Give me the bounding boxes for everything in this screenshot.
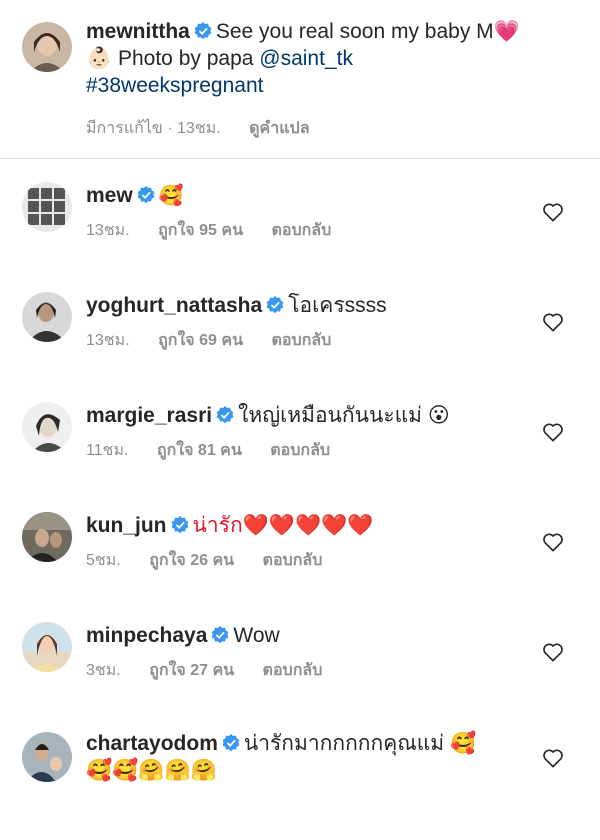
likes-count[interactable]: ถูกใจ 69 คน — [158, 332, 243, 349]
comment-line: chartayodom น่ารักมากกกกกคุณแม่ 🥰 🥰🥰🤗🤗🤗 — [86, 730, 476, 784]
comment-text: Wow — [233, 624, 280, 647]
comment-username[interactable]: chartayodom — [86, 732, 218, 755]
verified-badge-icon — [194, 22, 212, 40]
post-caption: mewnittha See you real soon my baby M💗 👶🏻… — [0, 0, 600, 158]
comment-line: yoghurt_nattasha โอเครssss — [86, 292, 387, 319]
heart-outline-icon[interactable] — [542, 312, 564, 332]
comment-line: mew 🥰 — [86, 182, 184, 210]
comment-line: margie_rasri ใหญ่เหมือนกันนะแม่ 😮 — [86, 402, 450, 429]
reply-button[interactable]: ตอบกลับ — [270, 442, 330, 459]
verified-badge-icon — [211, 626, 229, 644]
comment-item: yoghurt_nattasha โอเครssss 13ชม. ถูกใจ 69… — [0, 292, 600, 402]
comment-meta: 13ชม. ถูกใจ 69 คน ตอบกลับ — [86, 328, 331, 353]
verified-badge-icon — [266, 296, 284, 314]
heart-outline-icon[interactable] — [542, 532, 564, 552]
comment-item: kun_jun น่ารัก❤️❤️❤️❤️❤️ 5ชม. ถูกใจ 26 คน… — [0, 512, 600, 622]
meta-dot: · — [167, 120, 173, 137]
heart-outline-icon[interactable] — [542, 642, 564, 662]
comment-text-line2: 🥰🥰🤗🤗🤗 — [86, 759, 217, 782]
likes-count[interactable]: ถูกใจ 95 คน — [158, 222, 243, 239]
comment-item: margie_rasri ใหญ่เหมือนกันนะแม่ 😮 11ชม. ถ… — [0, 402, 600, 512]
comment-username[interactable]: yoghurt_nattasha — [86, 294, 262, 317]
reply-button[interactable]: ตอบกลับ — [271, 222, 331, 239]
translate-button[interactable]: ดูคำแปล — [249, 120, 309, 137]
comment-meta: 11ชม. ถูกใจ 81 คน ตอบกลับ — [86, 438, 330, 463]
heart-outline-icon[interactable] — [542, 422, 564, 442]
avatar[interactable] — [22, 292, 72, 342]
avatar[interactable] — [22, 732, 72, 782]
comment-meta: 5ชม. ถูกใจ 26 คน ตอบกลับ — [86, 548, 322, 573]
comment-text: 🥰 — [158, 185, 184, 207]
reply-button[interactable]: ตอบกลับ — [263, 662, 323, 679]
hashtag-link[interactable]: #38weekspregnant — [86, 74, 263, 97]
comment-username[interactable]: kun_jun — [86, 514, 167, 537]
comment-username[interactable]: mew — [86, 184, 133, 207]
avatar-mewnittha[interactable] — [22, 22, 72, 72]
comment-username[interactable]: minpechaya — [86, 624, 207, 647]
mention-link[interactable]: @saint_tk — [259, 47, 353, 70]
comment-username[interactable]: margie_rasri — [86, 404, 212, 427]
caption-username[interactable]: mewnittha — [86, 20, 190, 43]
comment-time: 13ชม. — [86, 332, 130, 349]
comment-time: 3ชม. — [86, 662, 121, 679]
reply-button[interactable]: ตอบกลับ — [263, 552, 323, 569]
verified-badge-icon — [137, 186, 155, 204]
heart-outline-icon[interactable] — [542, 748, 564, 768]
comment-item: mew 🥰 13ชม. ถูกใจ 95 คน ตอบกลับ — [0, 182, 600, 292]
caption-line1: See you real soon my baby M💗 — [215, 20, 520, 43]
comment-meta: 3ชม. ถูกใจ 27 คน ตอบกลับ — [86, 658, 322, 683]
comment-meta: 13ชม. ถูกใจ 95 คน ตอบกลับ — [86, 218, 331, 243]
comment-line: kun_jun น่ารัก❤️❤️❤️❤️❤️ — [86, 512, 373, 539]
verified-badge-icon — [222, 734, 240, 752]
likes-count[interactable]: ถูกใจ 26 คน — [149, 552, 234, 569]
comment-time: 5ชม. — [86, 552, 121, 569]
verified-badge-icon — [171, 516, 189, 534]
caption-text: mewnittha See you real soon my baby M💗 👶🏻… — [86, 18, 576, 99]
avatar[interactable] — [22, 402, 72, 452]
comment-time: 11ชม. — [86, 442, 129, 459]
comment-item: chartayodom น่ารักมากกกกกคุณแม่ 🥰 🥰🥰🤗🤗🤗 — [0, 730, 600, 840]
verified-badge-icon — [216, 406, 234, 424]
avatar[interactable] — [22, 622, 72, 672]
heart-outline-icon[interactable] — [542, 202, 564, 222]
reply-button[interactable]: ตอบกลับ — [271, 332, 331, 349]
caption-meta: มีการแก้ไข · 13ชม. ดูคำแปล — [86, 116, 310, 141]
comment-text: น่ารัก❤️❤️❤️❤️❤️ — [192, 514, 374, 537]
edited-label: มีการแก้ไข — [86, 120, 163, 137]
avatar[interactable] — [22, 512, 72, 562]
caption-line2: 👶🏻 Photo by papa — [86, 47, 260, 70]
comment-time: 13ชม. — [86, 222, 130, 239]
comment-line: minpechaya Wow — [86, 622, 280, 649]
likes-count[interactable]: ถูกใจ 27 คน — [149, 662, 234, 679]
comment-text: น่ารักมากกกกกคุณแม่ 🥰 — [243, 732, 477, 755]
divider — [0, 158, 600, 159]
likes-count[interactable]: ถูกใจ 81 คน — [157, 442, 242, 459]
comment-text: ใหญ่เหมือนกันนะแม่ 😮 — [238, 404, 450, 427]
comment-text: โอเครssss — [288, 294, 387, 317]
caption-time: 13ชม. — [177, 120, 221, 137]
comment-item: minpechaya Wow 3ชม. ถูกใจ 27 คน ตอบกลับ — [0, 622, 600, 732]
avatar[interactable] — [22, 182, 72, 232]
